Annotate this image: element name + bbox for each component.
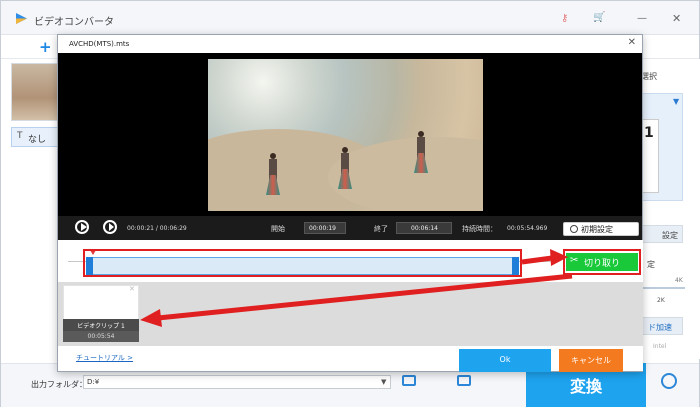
format-select-label: 選択: [641, 72, 657, 81]
video-thumbnail[interactable]: [11, 63, 61, 121]
subtitle-icon: T: [17, 131, 23, 141]
format-number: 1: [644, 125, 654, 141]
refresh-icon: [570, 225, 578, 233]
close-icon[interactable]: ✕: [672, 12, 681, 25]
minimize-icon[interactable]: —: [637, 13, 647, 24]
settings-button[interactable]: 設定: [639, 225, 683, 243]
alarm-icon[interactable]: [661, 373, 677, 389]
key-icon[interactable]: ⚷: [561, 13, 571, 24]
end-time-input[interactable]: 00:06:14: [396, 222, 452, 234]
end-label: 終了: [374, 225, 388, 233]
cancel-button[interactable]: キャンセル: [559, 349, 623, 372]
dropdown-triangle-icon[interactable]: ▼: [673, 97, 679, 106]
clip-close-icon[interactable]: ✕: [129, 285, 135, 293]
dialog-titlebar: AVCHD(MTS).mts ✕: [58, 35, 642, 53]
folder-icon[interactable]: [402, 375, 416, 386]
subtitle-value: なし: [28, 135, 47, 145]
time-readout: 00:00:21 / 00:06:29: [127, 225, 187, 232]
gpu-accel-button[interactable]: ド加速: [641, 317, 683, 335]
cut-highlight-box: [563, 249, 641, 275]
timeline-highlight-box: [83, 249, 522, 277]
next-frame-icon: [109, 223, 114, 231]
dialog-footer: [58, 346, 643, 371]
reset-button[interactable]: 初期設定: [563, 222, 639, 236]
res-2k-label: 2K: [657, 297, 665, 304]
video-frame: [208, 59, 483, 211]
clip-list: [58, 282, 643, 346]
chevron-down-icon[interactable]: ▼: [381, 378, 386, 386]
app-title: ビデオコンバータ: [34, 17, 114, 28]
intel-label: Intel: [653, 343, 667, 350]
tutorial-link[interactable]: チュートリアル >: [76, 353, 133, 363]
ok-button[interactable]: Ok: [459, 349, 551, 372]
open-folder-icon[interactable]: [457, 375, 471, 386]
output-folder-input[interactable]: D:¥: [83, 375, 391, 389]
clip-duration: 00:05:54: [63, 331, 139, 342]
resolution-label: 定: [647, 260, 655, 269]
resolution-slider[interactable]: [641, 287, 685, 289]
cart-icon[interactable]: 🛒: [593, 12, 605, 24]
duration-value: 00:05:54.969: [507, 225, 548, 232]
clip-name: ビデオクリップ 1: [63, 319, 139, 331]
play-icon: [81, 223, 87, 231]
add-file-button[interactable]: +: [39, 38, 52, 56]
dancer-figure: [414, 131, 428, 177]
duration-label: 持続時間：: [462, 225, 497, 233]
dancer-figure: [266, 153, 280, 199]
start-label: 開始: [271, 225, 285, 233]
start-time-input[interactable]: 00:00:19: [304, 222, 346, 234]
output-folder-label: 出力フォルダ：: [31, 380, 87, 389]
dialog-title: AVCHD(MTS).mts: [69, 40, 130, 48]
dancer-figure: [338, 147, 352, 193]
close-icon[interactable]: ✕: [628, 37, 636, 48]
reset-label: 初期設定: [581, 225, 613, 234]
res-4k-label: 4K: [675, 277, 683, 284]
video-preview: [58, 53, 642, 216]
app-logo-icon: [16, 13, 27, 24]
